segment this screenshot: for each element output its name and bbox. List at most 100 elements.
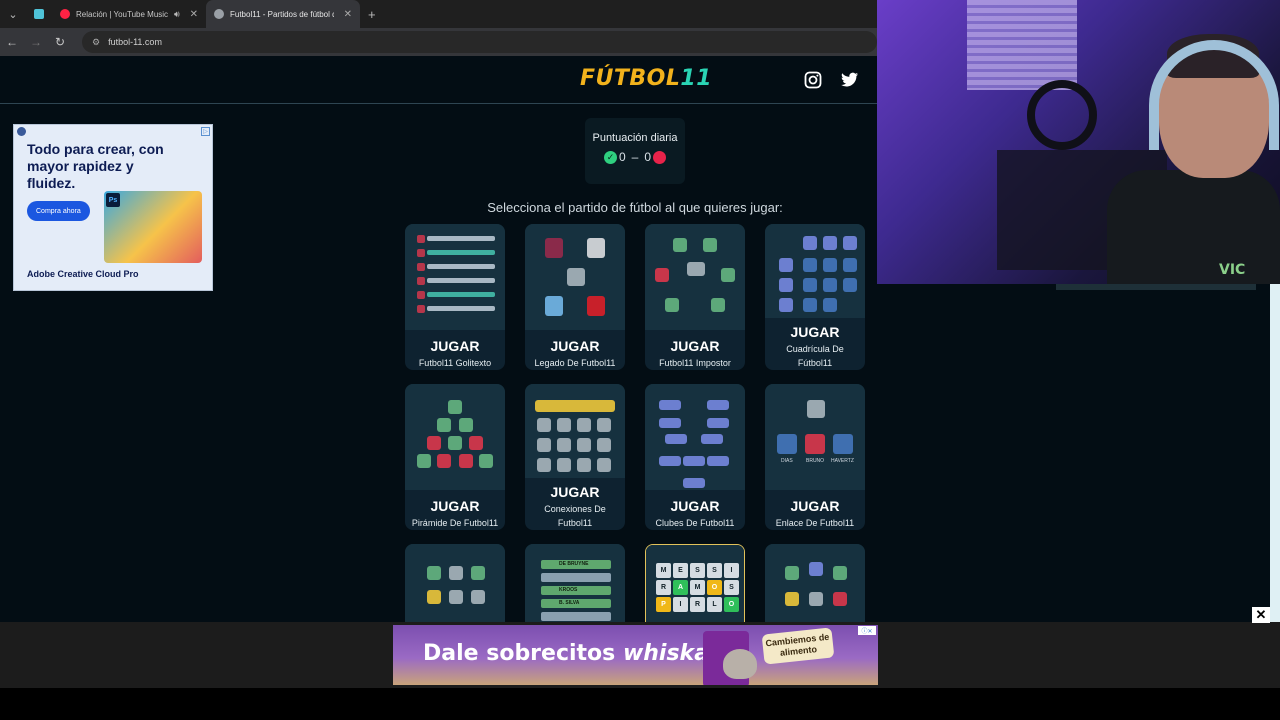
player-name-label: DIAS — [781, 458, 793, 464]
grid-cell — [823, 278, 837, 292]
ad-info-icon[interactable]: ⓘ✕ — [858, 626, 876, 635]
club-slot — [665, 434, 687, 444]
adobe-ad[interactable]: ▷ Todo para crear, con mayor rapidez y f… — [13, 124, 213, 291]
player-icon — [687, 262, 705, 276]
logo-text: FÚTBOL — [580, 66, 681, 91]
play-label: JUGAR — [430, 338, 480, 354]
player-icon — [459, 454, 473, 468]
whiskas-ad[interactable]: Dale sobrecitos whiskas Cambiemos de ali… — [393, 625, 878, 685]
flag-icon — [785, 592, 799, 606]
game-card-impostor[interactable]: JUGAR Futbol11 Impostor — [645, 224, 745, 370]
letter-tile: P — [656, 597, 671, 612]
pinned-tab[interactable] — [26, 0, 52, 28]
tab-search-icon[interactable]: ⌄ — [0, 0, 26, 28]
game-card-cuadricula[interactable]: JUGAR Cuadrícula De Fútbol11 — [765, 224, 865, 370]
letter-tile: O — [707, 580, 722, 595]
url-field[interactable]: ⚙ futbol-11.com — [82, 31, 877, 53]
letter-tile: S — [690, 563, 705, 578]
speaker-icon[interactable]: 🔊︎ — [174, 9, 180, 20]
enlace-thumbnail: DIAS BRUNO HAVERTZ — [765, 384, 865, 490]
check-icon: ✓ — [603, 150, 617, 164]
game-card-legado[interactable]: JUGAR Legado De Futbol11 — [525, 224, 625, 370]
club-badge-icon — [779, 298, 793, 312]
adchoices-icon[interactable] — [17, 127, 26, 136]
grid-cell — [803, 258, 817, 272]
daily-score-row: ✓ 0 – 0 — [585, 150, 685, 164]
reload-icon[interactable]: ↻ — [48, 35, 72, 49]
daily-score-label: Puntuación diaria — [592, 132, 678, 144]
play-label: JUGAR — [790, 498, 840, 514]
game-card-piramide[interactable]: JUGAR Pirámide De Futbol11 — [405, 384, 505, 530]
instagram-icon[interactable] — [803, 70, 823, 90]
club-badge-icon — [779, 258, 793, 272]
ad-brand: Adobe Creative Cloud Pro — [27, 269, 139, 279]
game-card-clubes[interactable]: JUGAR Clubes De Futbol11 — [645, 384, 745, 530]
game-thumbnail — [405, 544, 505, 622]
tab-futbol11[interactable]: Futbol11 - Partidos de fútbol di ✕ — [206, 0, 360, 28]
game-card-enlace[interactable]: DIAS BRUNO HAVERTZ JUGAR Enlace De Futbo… — [765, 384, 865, 530]
grid-cell — [843, 278, 857, 292]
game-card-conexiones[interactable]: JUGAR Conexiones De Futbol11 — [525, 384, 625, 530]
letter-tile: O — [724, 597, 739, 612]
player-icon — [655, 268, 669, 282]
letter-tile: R — [690, 597, 705, 612]
player-icon — [833, 434, 853, 454]
ranking-row: DE BRUYNE — [541, 560, 611, 569]
game-name: Clubes De Futbol11 — [655, 518, 735, 528]
player-icon — [537, 458, 551, 472]
close-ad-icon[interactable]: ✕ — [1252, 607, 1270, 623]
twitter-icon[interactable] — [840, 70, 860, 90]
player-icon — [673, 238, 687, 252]
ad-buy-button[interactable]: Compra ahora — [27, 201, 90, 221]
club-badge-icon — [843, 236, 857, 250]
impostor-thumbnail — [645, 224, 745, 330]
tab-youtube-music[interactable]: Relación | YouTube Music 🔊︎ ✕ — [52, 0, 206, 28]
player-icon — [449, 590, 463, 604]
legado-thumbnail — [525, 224, 625, 330]
club-slot — [683, 478, 705, 488]
cat-image — [723, 649, 757, 679]
player-icon — [448, 400, 462, 414]
shirt-logo: VIC — [1219, 262, 1246, 278]
player-icon — [557, 438, 571, 452]
game-card-row3-3-wordle[interactable]: M E S S I R A M O S P I R L O — [645, 544, 745, 622]
player-icon — [721, 268, 735, 282]
page: FÚTBOL11 ▷ Todo para crear, con mayor ra… — [0, 56, 877, 622]
play-label: JUGAR — [670, 338, 720, 354]
game-card-row3-1[interactable] — [405, 544, 505, 622]
club-slot — [707, 418, 729, 428]
scrollbar[interactable] — [1270, 284, 1280, 622]
tab-title: Relación | YouTube Music — [76, 9, 168, 19]
player-icon — [577, 458, 591, 472]
player-icon — [597, 438, 611, 452]
game-card-row3-4[interactable] — [765, 544, 865, 622]
ad-info-icon[interactable]: ▷ — [201, 127, 210, 136]
site-header: FÚTBOL11 — [0, 56, 877, 104]
player-icon — [665, 298, 679, 312]
steering-wheel — [1027, 80, 1097, 150]
close-tab-icon[interactable]: ✕ — [190, 9, 198, 20]
close-tab-icon[interactable]: ✕ — [344, 9, 352, 20]
player-icon — [809, 592, 823, 606]
game-card-golitexto[interactable]: JUGAR Futbol11 Golitexto — [405, 224, 505, 370]
player-icon — [537, 438, 551, 452]
player-icon — [448, 436, 462, 450]
player-icon — [471, 566, 485, 580]
site-logo[interactable]: FÚTBOL11 — [580, 66, 712, 91]
ranking-row — [541, 573, 611, 582]
right-page-area — [877, 284, 1270, 622]
site-info-icon[interactable]: ⚙ — [92, 37, 100, 48]
club-badge-icon — [833, 592, 847, 606]
player-icon — [479, 454, 493, 468]
forward-arrow-icon[interactable]: → — [24, 35, 48, 49]
grid-cell — [803, 278, 817, 292]
back-arrow-icon[interactable]: ← — [0, 35, 24, 49]
pinned-tab-favicon-icon — [34, 9, 44, 19]
club-slot — [701, 434, 723, 444]
webcam-overlay: VIC — [877, 0, 1280, 284]
new-tab-icon[interactable]: + — [368, 7, 376, 22]
game-card-row3-2[interactable]: DE BRUYNE KROOS B. SILVA — [525, 544, 625, 622]
game-name: Futbol11 Impostor — [659, 358, 731, 368]
grid-cell — [803, 298, 817, 312]
player-icon — [557, 458, 571, 472]
